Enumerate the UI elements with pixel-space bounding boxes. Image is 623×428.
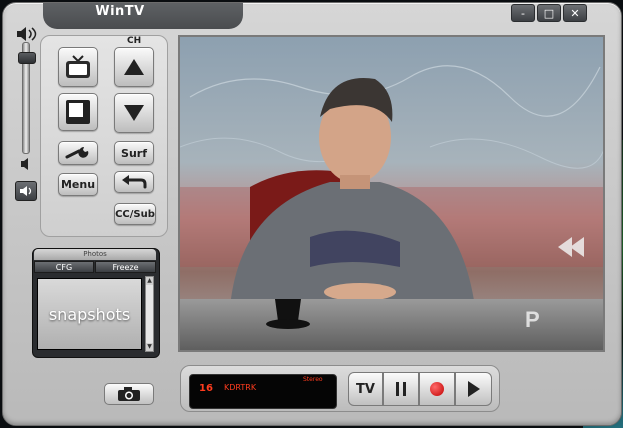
pause-icon: [396, 382, 406, 396]
channel-up-button[interactable]: [114, 47, 154, 87]
triangle-up-icon: [124, 59, 144, 75]
audio-mode: Stereo: [303, 376, 323, 383]
tab-cfg[interactable]: CFG: [34, 261, 94, 273]
mute-button[interactable]: [15, 181, 37, 201]
speaker-icon: [20, 186, 32, 196]
triangle-down-icon: [124, 105, 144, 121]
back-arrow-icon: [122, 175, 147, 189]
record-icon: [430, 382, 444, 396]
svg-text:P: P: [525, 307, 540, 332]
maximize-button[interactable]: □: [537, 4, 561, 22]
speaker-high-icon: [17, 27, 37, 41]
window-controls: - □ ✕: [511, 4, 587, 24]
snapshot-view[interactable]: snapshots: [37, 278, 142, 350]
play-button[interactable]: [455, 372, 492, 406]
surf-label: Surf: [121, 146, 147, 160]
channel-number: 16: [199, 383, 213, 394]
minimize-button[interactable]: -: [511, 4, 535, 22]
menu-label: Menu: [60, 178, 96, 191]
play-icon: [467, 381, 480, 397]
scroll-up-arrow-icon[interactable]: ▲: [146, 277, 153, 285]
camera-button[interactable]: [104, 383, 154, 405]
cc-sub-label: CC/Sub: [115, 208, 155, 220]
video-display[interactable]: P: [178, 35, 605, 352]
wrench-icon: [65, 147, 89, 159]
tv-button[interactable]: [58, 47, 98, 87]
video-frame-image: P: [180, 65, 603, 350]
tv-mode-button[interactable]: TV: [348, 372, 383, 406]
camera-icon: [118, 387, 140, 401]
pip-button[interactable]: [58, 93, 98, 131]
volume-slider-thumb[interactable]: [18, 52, 36, 64]
back-button[interactable]: [114, 171, 154, 193]
window-title: WinTV: [95, 4, 145, 19]
picture-in-picture-icon: [66, 100, 90, 124]
photos-header: Photos: [34, 249, 156, 260]
close-button[interactable]: ✕: [563, 4, 587, 22]
settings-button[interactable]: [58, 141, 98, 165]
surf-button[interactable]: Surf: [114, 141, 154, 165]
tab-freeze[interactable]: Freeze: [95, 261, 156, 273]
channel-label: CH: [127, 36, 142, 46]
speaker-low-icon: [21, 158, 28, 170]
close-icon: ✕: [570, 6, 580, 20]
channel-down-button[interactable]: [114, 93, 154, 133]
minimize-icon: -: [521, 6, 525, 20]
maximize-icon: □: [543, 6, 555, 20]
tv-mode-label: TV: [356, 381, 375, 397]
record-button[interactable]: [419, 372, 455, 406]
station-name: KDRTRK: [224, 383, 257, 392]
menu-button[interactable]: Menu: [58, 173, 98, 196]
cc-sub-button[interactable]: CC/Sub: [114, 203, 156, 225]
scroll-down-arrow-icon[interactable]: ▼: [146, 343, 153, 351]
snapshot-scrollbar[interactable]: ▲ ▼: [145, 276, 154, 352]
tv-icon: [66, 55, 90, 78]
pause-button[interactable]: [383, 372, 419, 406]
